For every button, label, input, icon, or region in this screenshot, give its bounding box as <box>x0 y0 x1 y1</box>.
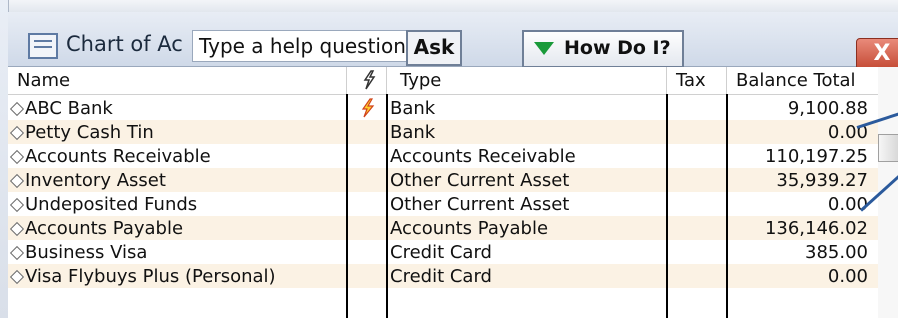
row-diamond-icon <box>9 125 25 141</box>
row-diamond-icon <box>9 221 25 237</box>
row-account-name: Inventory Asset <box>25 170 166 191</box>
row-diamond-icon <box>9 197 25 213</box>
row-balance: 35,939.27 <box>776 170 868 191</box>
row-account-name: ABC Bank <box>25 98 113 119</box>
title-bar: Chart of Ac Type a help question Ask How… <box>8 12 898 70</box>
online-status-icon[interactable] <box>360 70 378 90</box>
row-diamond-icon <box>9 245 25 261</box>
ask-button[interactable]: Ask <box>406 30 462 66</box>
window-title: Chart of Ac <box>66 32 183 56</box>
table-row[interactable]: Accounts Receivable Accounts Receivable … <box>8 144 878 168</box>
row-diamond-icon <box>9 173 25 189</box>
close-button[interactable]: X <box>856 38 898 70</box>
column-separator <box>386 94 388 318</box>
row-account-type: Other Current Asset <box>390 194 570 215</box>
row-balance: 385.00 <box>805 242 868 263</box>
column-separator <box>346 94 348 318</box>
row-balance: 0.00 <box>827 266 868 287</box>
row-account-type: Credit Card <box>390 266 492 287</box>
row-account-type: Bank <box>390 122 436 143</box>
row-balance: 9,100.88 <box>787 98 868 119</box>
table-header: Name Type Tax Balance Total <box>8 67 878 95</box>
header-divider <box>666 67 667 94</box>
row-account-type: Accounts Payable <box>390 218 549 239</box>
table-row[interactable]: ABC Bank Bank 9,100.88 <box>8 96 878 120</box>
column-separator <box>666 94 668 318</box>
lightning-bolt-icon <box>361 98 375 118</box>
row-diamond-icon <box>9 101 25 117</box>
row-account-type: Credit Card <box>390 242 492 263</box>
table-row[interactable]: Business Visa Credit Card 385.00 <box>8 240 878 264</box>
scroll-thumb[interactable] <box>878 134 898 162</box>
accounts-table: Name Type Tax Balance Total ABC Bank Ban… <box>8 67 878 318</box>
row-account-name: Accounts Receivable <box>25 146 211 167</box>
row-diamond-icon <box>9 269 25 285</box>
row-account-type: Other Current Asset <box>390 170 570 191</box>
row-account-name: Business Visa <box>25 242 148 263</box>
how-do-i-button[interactable]: How Do I? <box>522 30 684 68</box>
table-row[interactable]: Inventory Asset Other Current Asset 35,9… <box>8 168 878 192</box>
row-account-name: Undeposited Funds <box>25 194 198 215</box>
column-separator <box>726 94 728 318</box>
header-name[interactable]: Name <box>17 70 70 91</box>
window-top-rail <box>0 0 898 12</box>
chart-of-accounts-window: Chart of Ac Type a help question Ask How… <box>0 0 898 318</box>
row-account-type: Bank <box>390 98 436 119</box>
help-question-input[interactable]: Type a help question <box>192 30 410 62</box>
table-row[interactable]: Petty Cash Tin Bank 0.00 <box>8 120 878 144</box>
header-divider <box>726 67 727 94</box>
table-row-partial[interactable] <box>8 288 878 312</box>
table-row[interactable]: Undeposited Funds Other Current Asset 0.… <box>8 192 878 216</box>
dropdown-arrow-icon <box>534 42 554 55</box>
row-account-name: Petty Cash Tin <box>25 122 154 143</box>
header-balance[interactable]: Balance Total <box>736 70 856 91</box>
row-account-name: Accounts Payable <box>25 218 184 239</box>
header-divider <box>386 67 387 94</box>
table-row[interactable]: Accounts Payable Accounts Payable 136,14… <box>8 216 878 240</box>
header-divider <box>346 67 347 94</box>
header-tax[interactable]: Tax <box>676 70 706 91</box>
row-balance: 110,197.25 <box>764 146 868 167</box>
chart-of-accounts-icon <box>28 33 58 59</box>
row-account-type: Accounts Receivable <box>390 146 576 167</box>
row-balance: 136,146.02 <box>764 218 868 239</box>
row-balance: 0.00 <box>827 194 868 215</box>
table-row[interactable]: Visa Flybuys Plus (Personal) Credit Card… <box>8 264 878 288</box>
how-do-i-label: How Do I? <box>564 37 671 59</box>
row-diamond-icon <box>9 149 25 165</box>
header-type[interactable]: Type <box>400 70 441 91</box>
row-account-name: Visa Flybuys Plus (Personal) <box>25 266 276 287</box>
